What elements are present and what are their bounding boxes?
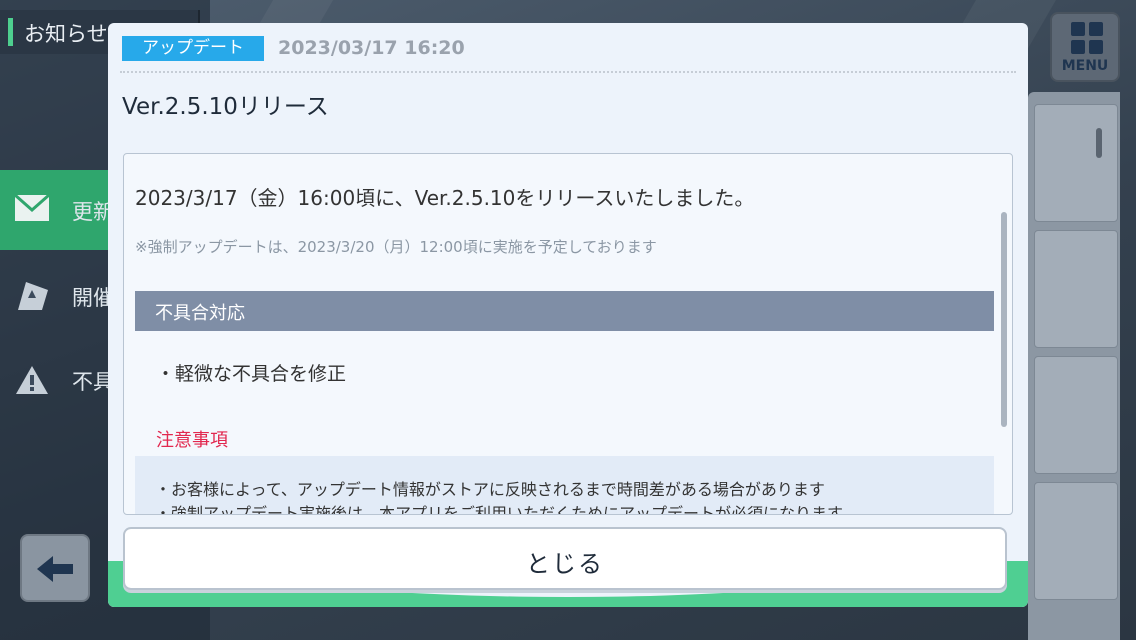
- section-heading-label: 不具合対応: [155, 303, 245, 324]
- warning-line: ・強制アップデート実施後は、本アプリをご利用いただくためにアップデートが必須にな…: [155, 504, 844, 515]
- release-text: 2023/3/17（金）16:00頃に、Ver.2.5.10をリリースいたしまし…: [135, 186, 755, 210]
- list-item[interactable]: [1034, 356, 1118, 474]
- list-item[interactable]: [1034, 482, 1118, 600]
- notice-tab-label: お知らせ: [24, 22, 108, 46]
- close-button[interactable]: とじる: [123, 527, 1007, 590]
- content-scrollbar[interactable]: [1001, 212, 1007, 427]
- forced-update-note: ※強制アップデートは、2023/3/20（月）12:00頃に実施を予定しておりま…: [135, 238, 657, 256]
- section-heading: 不具合対応: [135, 291, 994, 331]
- envelope-icon: [14, 193, 50, 226]
- warning-heading: 注意事項: [156, 430, 228, 451]
- flag-icon: [14, 280, 50, 312]
- grid-icon: [1071, 22, 1103, 54]
- notice-dialog: アップデート 2023/03/17 16:20 Ver.2.5.10リリース 2…: [108, 23, 1028, 607]
- list-scrollbar[interactable]: [1096, 128, 1102, 158]
- arrow-left-icon: [35, 544, 75, 595]
- post-date: 2023/03/17 16:20: [278, 37, 465, 59]
- menu-label: MENU: [1061, 58, 1109, 74]
- warning-icon: [14, 364, 50, 396]
- right-list-panel: [1028, 92, 1120, 640]
- menu-button[interactable]: MENU: [1050, 12, 1120, 82]
- fix-bullet: ・軽微な不具合を修正: [156, 363, 347, 385]
- warning-box: ・お客様によって、アップデート情報がストアに反映されるまで時間差がある場合があり…: [135, 456, 994, 515]
- category-tag: アップデート: [122, 36, 264, 61]
- notice-content[interactable]: 2023/3/17（金）16:00頃に、Ver.2.5.10をリリースいたしまし…: [123, 153, 1013, 515]
- warning-line: ・お客様によって、アップデート情報がストアに反映されるまで時間差がある場合があり…: [155, 480, 825, 499]
- list-item[interactable]: [1034, 230, 1118, 348]
- close-button-label: とじる: [526, 550, 604, 578]
- divider: [120, 71, 1016, 73]
- list-item[interactable]: [1034, 104, 1118, 222]
- notice-title: Ver.2.5.10リリース: [122, 94, 329, 120]
- tab-accent-bar: [8, 18, 13, 46]
- back-button[interactable]: [20, 534, 90, 602]
